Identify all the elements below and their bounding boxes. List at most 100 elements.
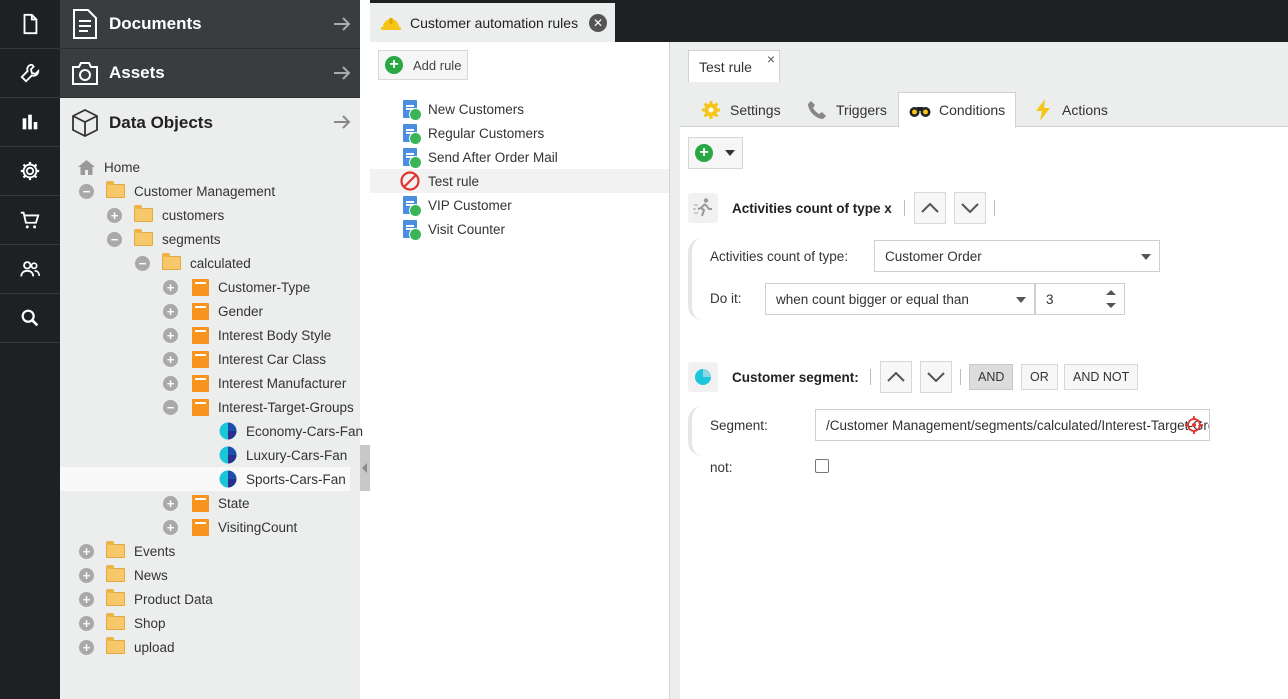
- tree-node-upload[interactable]: + upload: [60, 635, 350, 659]
- tree-node-customer-management[interactable]: − Customer Management: [60, 179, 350, 203]
- collapse-icon[interactable]: −: [163, 399, 178, 415]
- expand-icon[interactable]: +: [163, 375, 178, 391]
- not-checkbox[interactable]: [815, 459, 829, 473]
- segment-icon: [688, 362, 718, 392]
- tree-node-product-data[interactable]: + Product Data: [60, 587, 350, 611]
- tree-node-shop[interactable]: + Shop: [60, 611, 350, 635]
- add-rule-button[interactable]: + Add rule: [378, 50, 468, 80]
- expand-icon[interactable]: +: [79, 615, 94, 631]
- activities-type-value: Customer Order: [885, 248, 982, 264]
- tree-node-home[interactable]: Home: [60, 155, 350, 179]
- tree-node-calculated[interactable]: − calculated: [60, 251, 350, 275]
- tree-node-interest-car-class[interactable]: + Interest Car Class: [60, 347, 350, 371]
- operator-or-button[interactable]: OR: [1021, 364, 1058, 390]
- tree-node-sports-cars-fan[interactable]: Sports-Cars-Fan: [60, 467, 350, 491]
- tree-node-segments[interactable]: − segments: [60, 227, 350, 251]
- object-folder-icon: [191, 374, 209, 392]
- count-number-field[interactable]: 3: [1035, 283, 1125, 315]
- folder-icon: [105, 565, 125, 582]
- move-down-button[interactable]: [920, 361, 952, 393]
- expand-icon[interactable]: +: [107, 207, 122, 223]
- users-icon: [20, 261, 40, 277]
- expand-icon[interactable]: +: [79, 639, 94, 655]
- arrow-right-icon[interactable]: [332, 14, 352, 34]
- operator-and-button[interactable]: AND: [969, 364, 1014, 390]
- rule-document-icon: [403, 100, 422, 121]
- expand-icon[interactable]: +: [79, 591, 94, 607]
- tab-customer-automation-rules[interactable]: Customer automation rules ✕: [370, 3, 615, 42]
- tree-node-interest-body-style[interactable]: + Interest Body Style: [60, 323, 350, 347]
- operator-and-not-button[interactable]: AND NOT: [1064, 364, 1139, 390]
- tree-node-customer-type[interactable]: + Customer-Type: [60, 275, 350, 299]
- nav-ecommerce[interactable]: [0, 196, 60, 245]
- data-objects-panel-header[interactable]: Data Objects: [60, 98, 360, 147]
- tab-actions[interactable]: Actions: [1032, 92, 1108, 127]
- tree-node-news[interactable]: + News: [60, 563, 350, 587]
- spin-down-icon[interactable]: [1106, 303, 1116, 308]
- expand-icon[interactable]: +: [163, 327, 178, 343]
- tree-label: Customer Management: [134, 183, 276, 199]
- collapse-icon[interactable]: −: [79, 183, 94, 199]
- tree-node-interest-manufacturer[interactable]: + Interest Manufacturer: [60, 371, 350, 395]
- nav-search[interactable]: [0, 294, 60, 343]
- tree-node-gender[interactable]: + Gender: [60, 299, 350, 323]
- rule-item[interactable]: New Customers: [370, 97, 669, 121]
- collapse-icon[interactable]: −: [107, 231, 122, 247]
- rule-item[interactable]: VIP Customer: [370, 193, 669, 217]
- move-down-button[interactable]: [954, 192, 986, 224]
- tree-node-visiting-count[interactable]: + VisitingCount: [60, 515, 350, 539]
- tree-node-economy-cars-fan[interactable]: Economy-Cars-Fan: [60, 419, 363, 443]
- rule-label: Test rule: [428, 173, 480, 189]
- arrow-right-icon[interactable]: [332, 63, 352, 83]
- tab-conditions[interactable]: Conditions: [898, 92, 1017, 128]
- collapse-icon[interactable]: −: [135, 255, 150, 271]
- move-up-button[interactable]: [914, 192, 946, 224]
- nav-documents[interactable]: [0, 0, 60, 49]
- nav-reports[interactable]: [0, 98, 60, 147]
- rule-label: Regular Customers: [428, 125, 545, 141]
- expand-icon[interactable]: +: [163, 279, 178, 295]
- tree-node-events[interactable]: + Events: [60, 539, 350, 563]
- tab-test-rule[interactable]: Test rule ×: [688, 50, 780, 82]
- expand-icon[interactable]: +: [79, 543, 94, 559]
- tree-node-customers[interactable]: + customers: [60, 203, 350, 227]
- folder-icon: [105, 589, 125, 606]
- doit-operator-select[interactable]: when count bigger or equal than: [765, 283, 1035, 315]
- add-condition-button[interactable]: +: [688, 137, 743, 169]
- move-up-button[interactable]: [880, 361, 912, 393]
- tab-settings[interactable]: Settings: [700, 92, 781, 127]
- rule-item-selected[interactable]: Test rule: [370, 169, 669, 193]
- nav-customers[interactable]: [0, 245, 60, 294]
- expand-icon[interactable]: +: [163, 303, 178, 319]
- expand-icon[interactable]: +: [163, 351, 178, 367]
- nav-settings[interactable]: [0, 147, 60, 196]
- rule-item[interactable]: Visit Counter: [370, 217, 669, 241]
- tree-node-luxury-cars-fan[interactable]: Luxury-Cars-Fan: [60, 443, 350, 467]
- target-icon[interactable]: [1185, 416, 1203, 434]
- tree-node-state[interactable]: + State: [60, 491, 350, 515]
- arrow-right-icon[interactable]: [332, 112, 352, 132]
- tree-node-interest-target-groups[interactable]: − Interest-Target-Groups: [60, 395, 354, 419]
- nav-tools[interactable]: [0, 49, 60, 98]
- expand-icon[interactable]: +: [163, 519, 178, 535]
- documents-panel-header[interactable]: Documents: [60, 0, 360, 49]
- activities-type-select[interactable]: Customer Order: [874, 240, 1160, 272]
- object-folder-icon: [191, 302, 209, 320]
- chevron-down-icon[interactable]: [1141, 254, 1151, 260]
- assets-panel-header[interactable]: Assets: [60, 49, 360, 98]
- panel-collapse-handle[interactable]: [360, 445, 370, 491]
- separator: [904, 200, 905, 216]
- expand-icon[interactable]: +: [163, 495, 178, 511]
- segment-path-field[interactable]: /Customer Management/segments/calculated…: [815, 409, 1210, 441]
- expand-icon[interactable]: +: [79, 567, 94, 583]
- close-icon[interactable]: ×: [767, 51, 775, 67]
- tab-triggers[interactable]: Triggers: [806, 92, 887, 127]
- chevron-left-icon: [362, 463, 367, 473]
- rule-item[interactable]: Send After Order Mail: [370, 145, 669, 169]
- chevron-down-icon[interactable]: [1016, 297, 1026, 303]
- plus-icon: +: [695, 144, 713, 162]
- rule-item[interactable]: Regular Customers: [370, 121, 669, 145]
- close-icon[interactable]: ✕: [589, 14, 607, 32]
- tab-actions-label: Actions: [1062, 101, 1108, 118]
- spin-up-icon[interactable]: [1106, 290, 1116, 295]
